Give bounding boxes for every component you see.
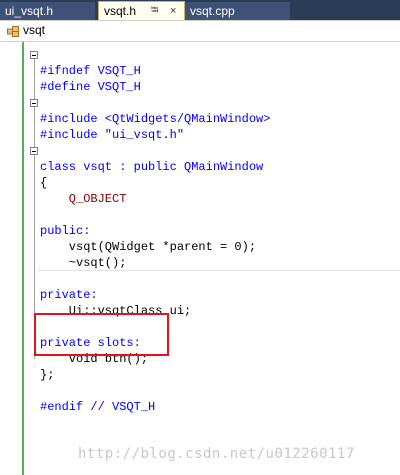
code-line: ​ (40, 383, 270, 399)
code-line: Q_OBJECT (40, 191, 270, 207)
code-line-text: vsqt(QWidget *parent = 0); (40, 240, 257, 254)
fold-toggle-icon[interactable] (30, 51, 38, 59)
watermark-url: http://blog.csdn.net/u012260117 (78, 446, 355, 462)
code-line: public: (40, 223, 270, 239)
code-line: #endif // VSQT_H (40, 399, 270, 415)
code-line-text: public: (40, 224, 91, 238)
code-line: vsqt(QWidget *parent = 0); (40, 239, 270, 255)
code-line: private: (40, 287, 270, 303)
code-line-text: Q_OBJECT (40, 192, 127, 206)
code-line: #include "ui_vsqt.h" (40, 127, 270, 143)
code-line-text: #define VSQT_H (40, 80, 141, 94)
code-line: class vsqt : public QMainWindow (40, 159, 270, 175)
code-line-text: #ifndef VSQT_H (40, 64, 141, 78)
close-icon[interactable]: × (170, 2, 176, 20)
code-line: ​ (40, 271, 270, 287)
navigation-bar[interactable]: vsqt (0, 20, 400, 42)
tab-vsqt-h[interactable]: vsqt.h ⭾ × (98, 1, 185, 20)
code-line: #define VSQT_H (40, 79, 270, 95)
code-line: }; (40, 367, 270, 383)
tab-label: vsqt.h (104, 4, 137, 18)
code-text: #ifndef VSQT_H#define VSQT_H​#include <Q… (40, 47, 270, 415)
code-line: ​ (40, 207, 270, 223)
code-line-text: { (40, 176, 48, 190)
editor-tab-bar: ui_vsqt.h vsqt.h ⭾ × vsqt.cpp (0, 0, 400, 20)
code-line-text: }; (40, 368, 55, 382)
pin-icon[interactable]: ⭾ (151, 2, 159, 20)
code-line-text: #include <QtWidgets/QMainWindow> (40, 112, 271, 126)
fold-toggle-icon[interactable] (30, 99, 38, 107)
annotation-highlight-box (34, 313, 169, 356)
tab-label: vsqt.cpp (190, 4, 235, 18)
code-line: #ifndef VSQT_H (40, 63, 270, 79)
code-line-text: ~vsqt(); (40, 256, 127, 270)
code-line: ~vsqt(); (40, 255, 270, 271)
tab-ui-vsqt-h[interactable]: ui_vsqt.h (0, 2, 95, 20)
nav-class-label: vsqt (23, 23, 46, 37)
fold-toggle-icon[interactable] (30, 147, 38, 155)
code-line: #include <QtWidgets/QMainWindow> (40, 111, 270, 127)
code-line: ​ (40, 95, 270, 111)
fold-guide (34, 107, 35, 115)
class-icon (7, 26, 19, 37)
code-line-text: #endif // VSQT_H (40, 400, 156, 414)
code-line-text: private: (40, 288, 98, 302)
tab-label: ui_vsqt.h (5, 4, 54, 18)
code-line: { (40, 175, 270, 191)
code-editor[interactable]: #ifndef VSQT_H#define VSQT_H​#include <Q… (0, 42, 400, 475)
code-line: ​ (40, 143, 270, 159)
tab-vsqt-cpp[interactable]: vsqt.cpp (185, 2, 290, 20)
code-line-text: class vsqt : public QMainWindow (40, 160, 264, 174)
code-line-text: #include "ui_vsqt.h" (40, 128, 185, 142)
